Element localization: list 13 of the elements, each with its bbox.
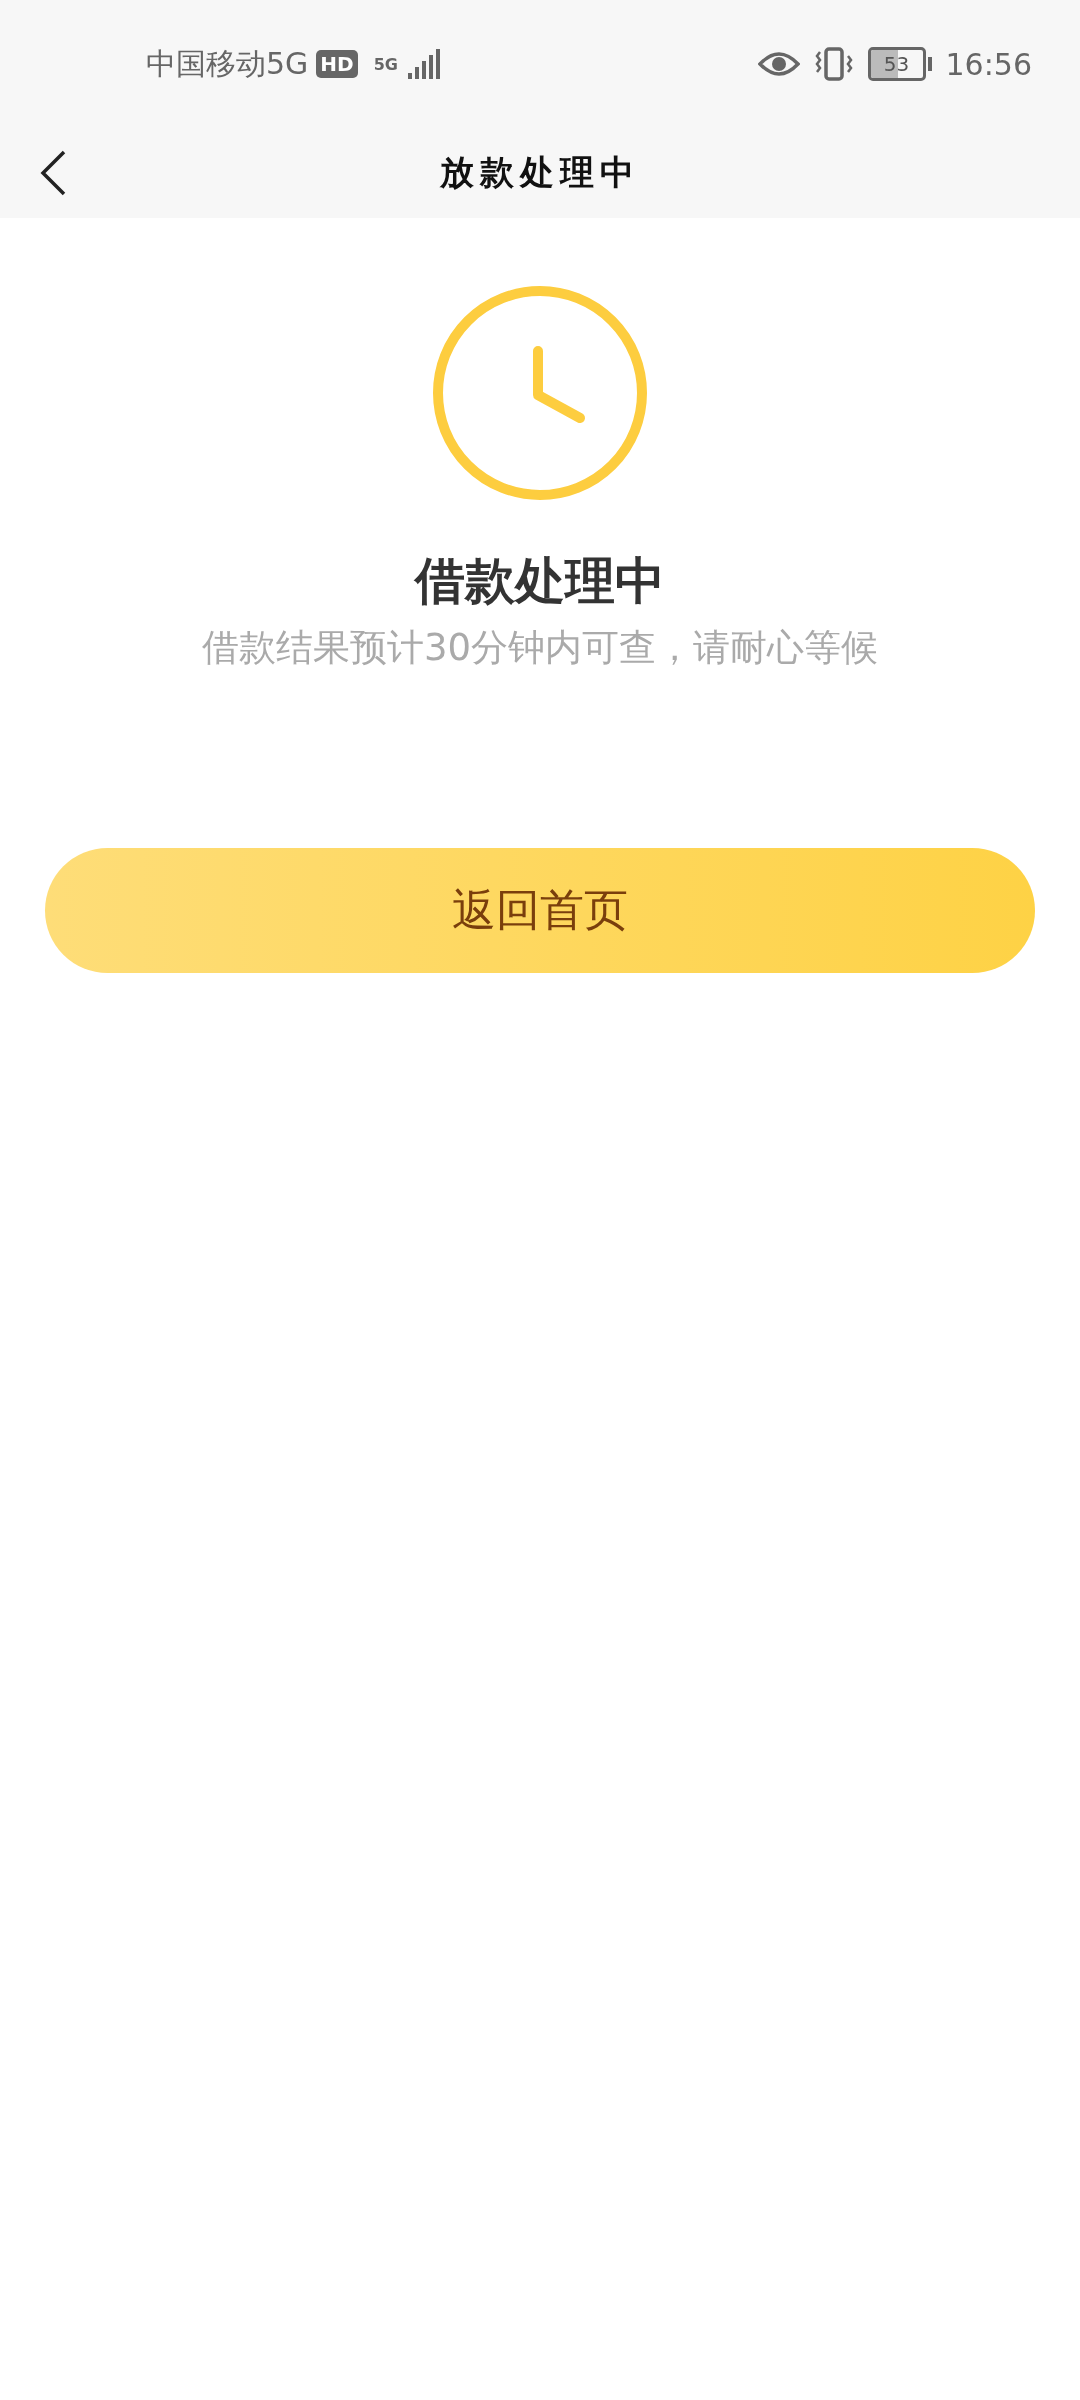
- hd-badge: HD: [316, 50, 358, 78]
- vibrate-icon: [813, 46, 854, 82]
- carrier-name: 中国移动5G: [146, 44, 309, 83]
- clock-time: 16:56: [945, 46, 1032, 82]
- home-button[interactable]: 返回首页: [45, 848, 1035, 973]
- clock-icon: [430, 283, 650, 503]
- back-icon[interactable]: [38, 149, 68, 197]
- eye-icon: [757, 50, 800, 78]
- result-title: 借款处理中: [415, 551, 665, 612]
- signal-icon: [405, 47, 440, 81]
- result-message: 借款结果预计30分钟内可查，请耐心等候: [201, 625, 879, 671]
- page-title: 放款处理中: [440, 151, 640, 194]
- network-type: 5G: [373, 54, 398, 74]
